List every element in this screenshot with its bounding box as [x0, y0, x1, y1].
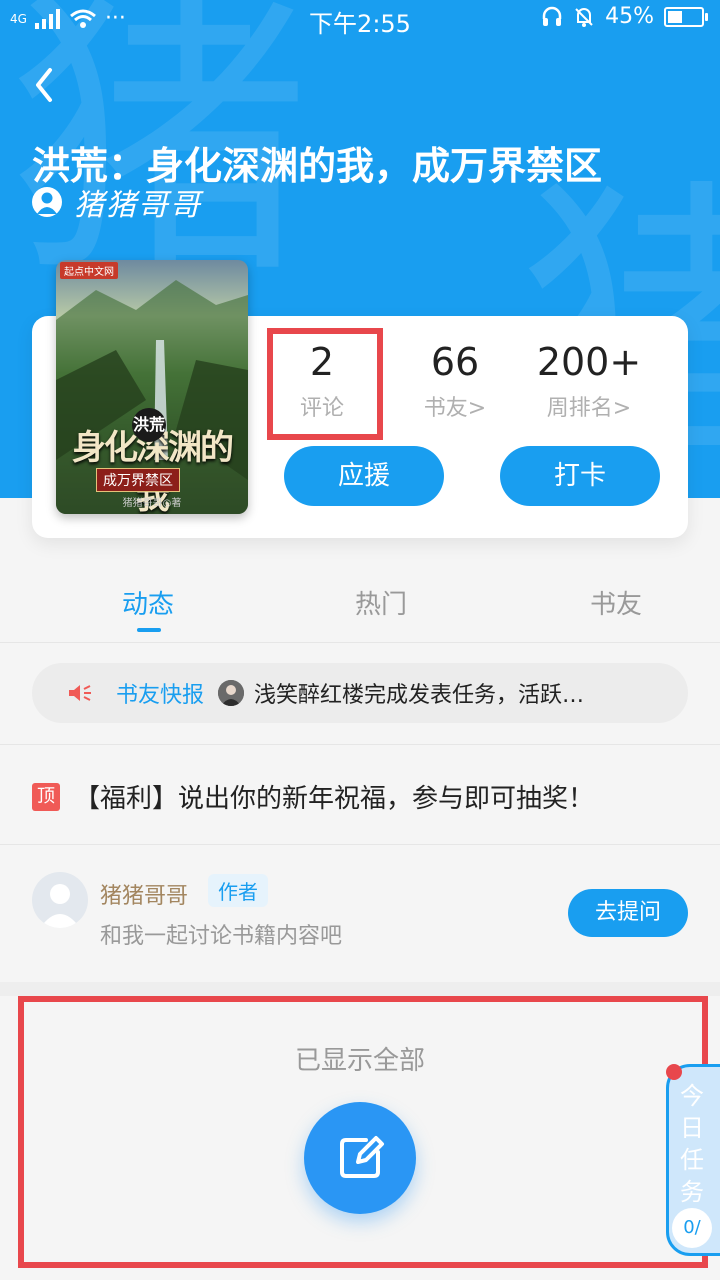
checkin-button[interactable]: 打卡 — [500, 446, 660, 506]
daily-task-count: 0/ — [672, 1208, 712, 1248]
status-right: 45% — [541, 4, 708, 29]
battery-level-fill — [668, 10, 682, 23]
cover-subtitle: 成万界禁区 — [96, 468, 180, 492]
pinned-post[interactable]: 顶 【福利】说出你的新年祝福，参与即可抽奖！ — [32, 778, 594, 815]
pin-badge: 顶 — [32, 782, 60, 811]
pinned-title: 【福利】说出你的新年祝福，参与即可抽奖！ — [74, 784, 595, 814]
user-icon — [32, 187, 62, 217]
daily-task-label: 今日任务 — [680, 1082, 704, 1206]
notification-dot — [666, 1064, 682, 1080]
book-cover[interactable]: 起点中文网 身化深渊的我 成万界禁区 洪荒 猪猪哥哥◎著 — [56, 260, 248, 514]
tab-popular[interactable]: 热门 — [355, 584, 407, 621]
divider — [0, 844, 720, 845]
rank-value: 200+ — [536, 340, 642, 384]
author-badge: 作者 — [208, 874, 268, 907]
author-link[interactable]: 猪猪哥哥 — [32, 180, 202, 224]
avatar[interactable] — [32, 872, 88, 928]
news-text: 浅笑醉红楼完成发表任务，活跃… — [254, 683, 585, 708]
publisher-logo: 起点中文网 — [60, 262, 118, 279]
speaker-icon — [69, 685, 91, 701]
avatar — [218, 680, 245, 706]
highlight-box — [18, 996, 708, 1268]
rank-label: 周排名> — [546, 396, 632, 421]
author-card-desc: 和我一起讨论书籍内容吧 — [100, 924, 343, 949]
battery-percent: 45% — [605, 4, 654, 29]
headphones-icon — [542, 6, 562, 26]
cover-tag: 洪荒 — [132, 408, 166, 442]
rank-stat[interactable]: 200+ 周排名> — [524, 340, 654, 422]
highlight-box — [267, 328, 383, 440]
status-bar: 4G ··· 下午2:55 45% — [0, 0, 720, 38]
news-ticker[interactable]: 书友快报 浅笑醉红楼完成发表任务，活跃… — [32, 663, 688, 723]
author-name: 猪猪哥哥 — [74, 188, 202, 223]
chevron-left-icon — [36, 68, 52, 102]
battery-icon — [664, 6, 708, 27]
divider — [0, 744, 720, 745]
support-button[interactable]: 应援 — [284, 446, 444, 506]
mute-bell-icon — [575, 7, 593, 27]
tab-friends[interactable]: 书友 — [590, 584, 642, 621]
section-separator — [0, 982, 720, 996]
ask-question-button[interactable]: 去提问 — [568, 889, 688, 937]
tab-indicator — [137, 628, 161, 632]
news-label: 书友快报 — [116, 683, 205, 708]
friends-stat[interactable]: 66 书友> — [390, 340, 520, 422]
tab-activity[interactable]: 动态 — [122, 584, 174, 621]
friends-count: 66 — [430, 340, 480, 384]
cover-credit: 猪猪哥哥◎著 — [122, 498, 182, 509]
author-card-name: 猪猪哥哥 — [100, 884, 189, 909]
back-button[interactable] — [28, 60, 68, 110]
tab-bar: 动态 热门 书友 — [0, 560, 720, 643]
friends-label: 书友> — [423, 396, 487, 421]
